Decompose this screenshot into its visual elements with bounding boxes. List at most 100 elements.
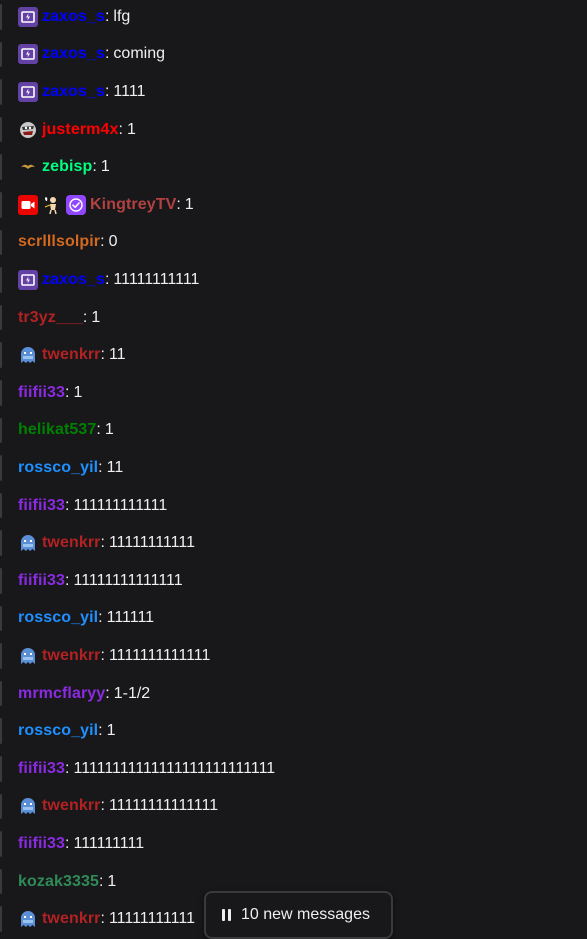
- chat-username[interactable]: rossco_yil: [18, 721, 98, 741]
- chat-message-text: 1: [91, 308, 101, 326]
- chat-message: fiifii33:111111111: [0, 825, 587, 863]
- chat-separator: :: [104, 270, 110, 288]
- chat-username[interactable]: twenkrr: [42, 345, 101, 365]
- chat-message-text: 1: [107, 872, 117, 890]
- chat-separator: :: [98, 872, 104, 890]
- chat-separator: :: [100, 534, 105, 552]
- chat-message-text: 11111111111111111111111111: [73, 759, 276, 777]
- chat-message-text: 1: [126, 120, 136, 138]
- chat-username[interactable]: KingtreyTV: [90, 195, 176, 215]
- chat-message: twenkrr:11111111111111: [0, 788, 587, 826]
- chat-username[interactable]: fiifii33: [18, 759, 65, 779]
- ghost-icon[interactable]: [18, 909, 38, 929]
- chat-separator: :: [105, 684, 110, 702]
- chat-badges: [18, 194, 86, 215]
- chat-message-text: 11: [108, 346, 126, 364]
- cupid-icon[interactable]: [42, 195, 62, 215]
- chat-message-text: 11111111111: [108, 910, 195, 928]
- custom-creature-icon[interactable]: [18, 120, 38, 140]
- chat-message: zebisp:1: [0, 148, 587, 186]
- chat-message: fiifii33:111111111111: [0, 487, 587, 525]
- chat-username[interactable]: fiifii33: [18, 834, 65, 854]
- chat-message: zaxos_s: lfg: [0, 0, 587, 36]
- chat-username[interactable]: justerm4x: [42, 120, 119, 140]
- chat-separator: :: [104, 7, 110, 25]
- chat-username[interactable]: fiifii33: [18, 571, 65, 591]
- chat-message: rossco_yil:1: [0, 712, 587, 750]
- chat-message: helikat537:1: [0, 412, 587, 450]
- chat-message: justerm4x:1: [0, 111, 587, 149]
- prime-icon[interactable]: [18, 44, 38, 65]
- chat-message: scrlllsolpir:0: [0, 224, 587, 262]
- prime-icon[interactable]: [18, 6, 38, 27]
- chat-username[interactable]: zaxos_s: [42, 82, 105, 102]
- chat-username[interactable]: rossco_yil: [18, 608, 98, 628]
- chat-separator: :: [65, 571, 70, 589]
- chat-username[interactable]: twenkrr: [42, 909, 101, 929]
- ghost-icon[interactable]: [18, 646, 38, 666]
- chat-message: fiifii33:1: [0, 374, 587, 412]
- chat-message-text: 11111111111111: [108, 797, 219, 815]
- chat-username[interactable]: kozak3335: [18, 872, 99, 892]
- chat-messages-list: zaxos_s: lfg zaxos_s: coming zaxos_s:1111 jus…: [0, 0, 587, 938]
- chat-message-text: 11111111111111: [73, 571, 183, 589]
- chat-message-text: 1111: [113, 82, 146, 100]
- chat-username[interactable]: fiifii33: [18, 496, 65, 516]
- chat-username[interactable]: rossco_yil: [18, 458, 98, 478]
- chat-badges: [18, 157, 38, 177]
- chat-badges: [18, 44, 38, 65]
- chat-username[interactable]: scrlllsolpir: [18, 232, 100, 252]
- chat-separator: :: [65, 496, 70, 514]
- chat-separator: :: [118, 120, 123, 138]
- chat-message: rossco_yil:111111: [0, 600, 587, 638]
- chat-separator: :: [98, 458, 103, 476]
- chat-message-text: 111111111: [73, 834, 145, 852]
- prime-icon[interactable]: [18, 81, 38, 102]
- chat-message-text: 1: [184, 195, 194, 213]
- chat-message: rossco_yil:11: [0, 449, 587, 487]
- chat-badges: [18, 269, 38, 290]
- chat-separator: :: [100, 910, 105, 928]
- prime-icon[interactable]: [18, 269, 38, 290]
- chat-message-text: 11111111111: [108, 534, 195, 552]
- chat-username[interactable]: twenkrr: [42, 646, 101, 666]
- chat-message: tr3yz___:1: [0, 299, 587, 337]
- chat-username[interactable]: zaxos_s: [42, 7, 105, 27]
- chat-separator: :: [98, 609, 103, 627]
- chat-username[interactable]: helikat537: [18, 420, 96, 440]
- chat-username[interactable]: zebisp: [42, 157, 92, 177]
- chat-badges: [18, 533, 38, 553]
- chat-username[interactable]: twenkrr: [42, 796, 101, 816]
- ghost-icon[interactable]: [18, 533, 38, 553]
- chat-username[interactable]: tr3yz___: [18, 308, 83, 328]
- chat-message-text: 1: [73, 383, 83, 401]
- chat-username[interactable]: zaxos_s: [42, 270, 105, 290]
- chat-separator: :: [82, 308, 88, 326]
- video-camera-icon[interactable]: [18, 194, 38, 215]
- ghost-icon[interactable]: [18, 796, 38, 816]
- chat-badges: [18, 345, 38, 365]
- chat-badges: [18, 6, 38, 27]
- chat-username[interactable]: mrmcflaryy: [18, 684, 105, 704]
- chat-separator: :: [104, 45, 110, 63]
- chat-message: fiifii33:11111111111111111111111111: [0, 750, 587, 788]
- verified-icon[interactable]: [66, 194, 86, 215]
- bird-icon[interactable]: [18, 157, 38, 177]
- chat-message-text: 1111111111111: [108, 646, 211, 664]
- chat-username[interactable]: fiifii33: [18, 383, 65, 403]
- chat-message-text: 111111: [106, 609, 155, 627]
- chat-separator: :: [100, 646, 105, 664]
- chat-message: zaxos_s:11111111111: [0, 261, 587, 299]
- chat-message: zaxos_s: coming: [0, 36, 587, 74]
- chat-message-text: 0: [108, 233, 118, 251]
- ghost-icon[interactable]: [18, 345, 38, 365]
- chat-username[interactable]: zaxos_s: [42, 44, 105, 64]
- chat-message: mrmcflaryy:1-1/2: [0, 675, 587, 713]
- new-messages-button[interactable]: 10 new messages: [204, 891, 393, 939]
- chat-message-text: coming: [113, 45, 165, 63]
- chat-message-text: 11: [106, 458, 124, 476]
- chat-message-text: 11111111111: [113, 270, 200, 288]
- chat-message: twenkrr:11111111111: [0, 524, 587, 562]
- chat-username[interactable]: twenkrr: [42, 533, 101, 553]
- chat-separator: :: [92, 158, 97, 176]
